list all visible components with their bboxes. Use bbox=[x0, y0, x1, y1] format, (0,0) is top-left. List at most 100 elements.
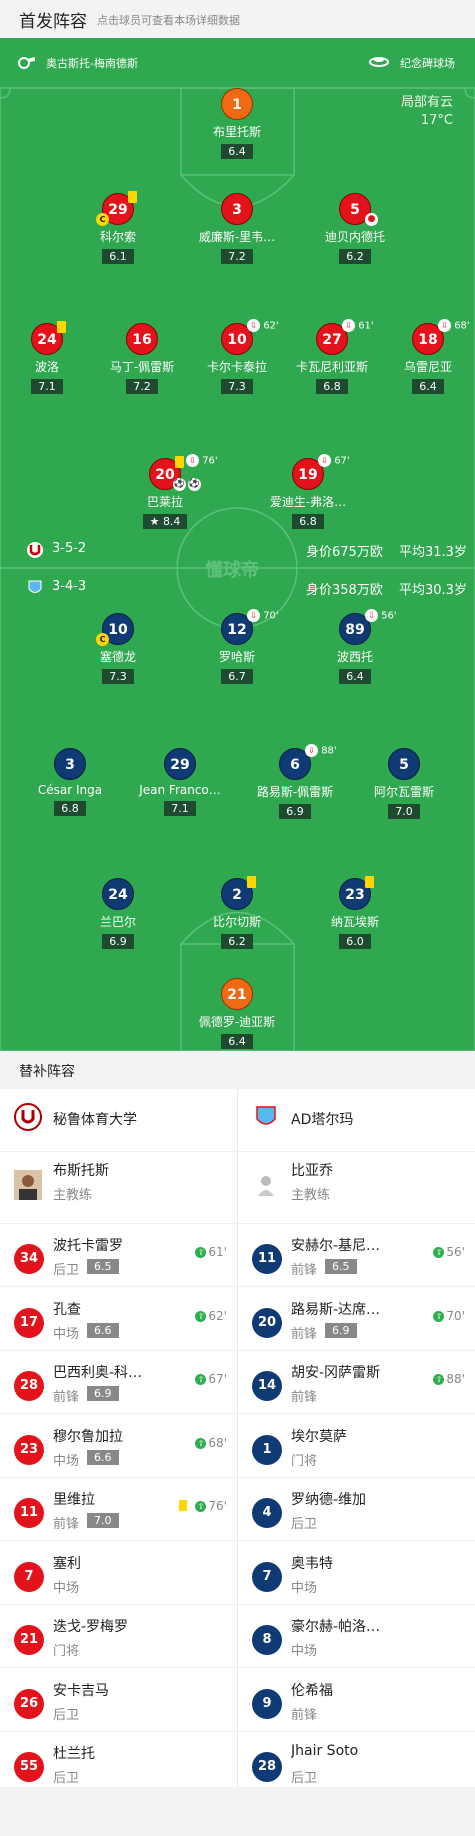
sub-player-row[interactable]: 7 塞利 中场 bbox=[0, 1542, 237, 1605]
sub-out-icon: ⇩ bbox=[342, 319, 355, 332]
home-player-18[interactable]: 18 乌雷尼亚 6.4 ⇩ 68' bbox=[368, 319, 475, 394]
sub-player-name: 路易斯-达席… bbox=[291, 1301, 381, 1318]
sub-player-number: 4 bbox=[252, 1498, 282, 1528]
away-player-21[interactable]: 21 佩德罗-迪亚斯 6.4 bbox=[177, 978, 297, 1049]
sub-in-icon: ⇧ bbox=[433, 1374, 445, 1385]
player-number: 21 bbox=[221, 978, 253, 1010]
home-subs-column: 秘鲁体育大学 布斯托斯 主教练 34 波托卡雷罗 后卫 6.5 ⇧ 61' 17 孔查 中场 6.… bbox=[0, 1089, 237, 1795]
sub-out-icon: ⇩ bbox=[318, 454, 331, 467]
home-player-5[interactable]: 5 迪贝内德托 6.2 ● bbox=[295, 193, 415, 264]
away-subs-column: AD塔尔玛 比亚乔 主教练 11 安赫尔-基尼… 前锋 6.5 ⇧ 56' 20 路易斯-达席… bbox=[238, 1089, 475, 1795]
sub-out-marker: ⇩ 68' bbox=[438, 319, 470, 333]
sub-in-icon: ⇧ bbox=[433, 1247, 445, 1258]
sub-player-row[interactable]: 14 胡安-冈萨雷斯 前锋 ⇧ 88' bbox=[238, 1351, 475, 1414]
player-rating: 6.8 bbox=[54, 801, 86, 816]
player-rating: 6.7 bbox=[221, 669, 253, 684]
sub-player-rating: 6.6 bbox=[87, 1322, 119, 1338]
player-name: César Inga bbox=[37, 783, 103, 797]
sub-player-name: Jhair Soto bbox=[291, 1743, 359, 1759]
away-coach-row[interactable]: 比亚乔 主教练 bbox=[238, 1152, 475, 1224]
home-player-1[interactable]: 1 布里托斯 6.4 bbox=[177, 88, 297, 159]
subs-panel: 秘鲁体育大学 布斯托斯 主教练 34 波托卡雷罗 后卫 6.5 ⇧ 61' 17 孔查 中场 6.… bbox=[0, 1089, 475, 1795]
sub-player-row[interactable]: 28 Jhair Soto 后卫 bbox=[238, 1732, 475, 1795]
away-team-info: 3-4-3 身价358万欧 平均30.3岁 bbox=[0, 578, 475, 598]
sub-player-row[interactable]: 28 巴西利奥-科… 前锋 6.9 ⇧ 67' bbox=[0, 1351, 237, 1414]
player-rating: 6.1 bbox=[102, 249, 134, 264]
sub-player-row[interactable]: 34 波托卡雷罗 后卫 6.5 ⇧ 61' bbox=[0, 1224, 237, 1287]
away-player-10[interactable]: 10 塞德龙 7.3 C bbox=[58, 613, 178, 684]
sub-in-icon: ⇧ bbox=[195, 1310, 207, 1322]
home-player-3[interactable]: 3 威廉斯-里韦… 7.2 bbox=[177, 193, 297, 264]
sub-player-position: 前锋 bbox=[53, 1517, 80, 1532]
home-team-name: 秘鲁体育大学 bbox=[53, 1112, 137, 1128]
home-player-29[interactable]: 29 科尔索 6.1 C bbox=[58, 191, 178, 264]
sub-out-marker: ⇩ 70' bbox=[247, 609, 279, 623]
away-player-6[interactable]: 6 路易斯-佩雷斯 6.9 ⇩ 88' bbox=[235, 744, 355, 819]
away-player-2[interactable]: 2 比尔切斯 6.2 bbox=[177, 876, 297, 949]
away-player-23[interactable]: 23 纳瓦埃斯 6.0 bbox=[295, 876, 415, 949]
sub-player-row[interactable]: 11 安赫尔-基尼… 前锋 6.5 ⇧ 56' bbox=[238, 1224, 475, 1287]
away-market-value: 身价358万欧 bbox=[306, 583, 383, 598]
sub-player-row[interactable]: 23 穆尔鲁加拉 中场 6.6 ⇧ 68' bbox=[0, 1415, 237, 1478]
sub-player-position: 门将 bbox=[291, 1453, 318, 1469]
player-rating: 6.4 bbox=[221, 1034, 253, 1049]
sub-player-number: 1 bbox=[252, 1434, 282, 1465]
home-coach-row[interactable]: 布斯托斯 主教练 bbox=[0, 1152, 237, 1224]
sub-player-row[interactable]: 7 奥韦特 中场 bbox=[238, 1542, 475, 1605]
sub-player-name: 迭戈-罗梅罗 bbox=[53, 1619, 129, 1635]
sub-in-time: ⇧ 68' bbox=[195, 1436, 227, 1450]
venue-name: 纪念碑球场 bbox=[400, 57, 455, 70]
away-avg-age: 平均30.3岁 bbox=[399, 583, 467, 598]
player-name: 比尔切斯 bbox=[212, 915, 261, 929]
away-player-29[interactable]: 29 Jean Franco… 7.1 bbox=[120, 748, 240, 816]
weather-temperature: 17°C bbox=[420, 113, 453, 128]
sub-in-time: ⇧ 88' bbox=[433, 1372, 465, 1386]
player-name: 佩德罗-迪亚斯 bbox=[198, 1015, 276, 1029]
sub-player-row[interactable]: 4 罗纳德-维加 后卫 bbox=[238, 1478, 475, 1541]
sub-out-icon: ⇩ bbox=[247, 609, 260, 622]
sub-player-rating: 7.0 bbox=[87, 1513, 119, 1528]
away-team-row[interactable]: AD塔尔玛 bbox=[238, 1089, 475, 1152]
sub-out-marker: ⇩ 88' bbox=[305, 744, 337, 758]
weather-condition: 局部有云 bbox=[400, 95, 453, 110]
sub-player-row[interactable]: 1 埃尔莫萨 门将 bbox=[238, 1415, 475, 1478]
player-number: 3 bbox=[54, 748, 86, 780]
yellow-card-icon bbox=[365, 876, 374, 888]
home-player-20[interactable]: 20 巴莱拉 ★ 8.4 ⇩ 76' ⚽ ⚽ bbox=[105, 454, 225, 529]
sub-player-row[interactable]: 55 杜兰托 后卫 bbox=[0, 1732, 237, 1795]
player-name: 路易斯-佩雷斯 bbox=[256, 785, 334, 799]
sub-player-row[interactable]: 17 孔查 中场 6.6 ⇧ 62' bbox=[0, 1288, 237, 1351]
sub-player-rating: 6.5 bbox=[325, 1259, 357, 1274]
player-number: 24 bbox=[102, 878, 134, 910]
player-rating: 6.8 bbox=[316, 379, 348, 394]
player-name: 阿尔瓦雷斯 bbox=[373, 785, 434, 799]
sub-player-row[interactable]: 26 安卡吉马 后卫 bbox=[0, 1669, 237, 1732]
sub-out-icon: ⇩ bbox=[438, 319, 451, 332]
sub-player-row[interactable]: 21 迭戈-罗梅罗 门将 bbox=[0, 1605, 237, 1668]
sub-in-icon: ⇧ bbox=[433, 1310, 445, 1322]
away-player-24[interactable]: 24 兰巴尔 6.9 bbox=[58, 878, 178, 949]
sub-player-number: 28 bbox=[252, 1752, 282, 1782]
sub-player-number: 23 bbox=[14, 1434, 44, 1465]
away-player-5[interactable]: 5 阿尔瓦雷斯 7.0 bbox=[344, 748, 464, 819]
away-player-12[interactable]: 12 罗哈斯 6.7 ⇩ 70' bbox=[177, 609, 297, 684]
sub-player-name: 里维拉 bbox=[53, 1492, 95, 1508]
sub-player-position: 门将 bbox=[53, 1644, 80, 1659]
sub-player-number: 21 bbox=[14, 1625, 44, 1655]
yellow-card-icon bbox=[179, 1500, 187, 1511]
player-rating: 6.2 bbox=[339, 249, 371, 264]
player-rating: 7.1 bbox=[31, 379, 63, 394]
sub-in-time: ⇧ 62' bbox=[195, 1309, 227, 1323]
home-team-info: 3-5-2 身价675万欧 平均31.3岁 bbox=[0, 540, 475, 560]
sub-player-row[interactable]: 9 伦希福 前锋 bbox=[238, 1669, 475, 1732]
away-player-3[interactable]: 3 César Inga 6.8 bbox=[10, 748, 130, 816]
player-rating: 6.9 bbox=[102, 934, 134, 949]
sub-player-row[interactable]: 8 豪尔赫-帕洛… 中场 bbox=[238, 1605, 475, 1668]
away-player-89[interactable]: 89 波西托 6.4 ⇩ 56' bbox=[295, 609, 415, 684]
home-player-19[interactable]: 19 爱迪生-弗洛… 6.8 ⇩ 67' bbox=[248, 454, 368, 529]
sub-player-row[interactable]: 11 里维拉 前锋 7.0 ⇧ 76' bbox=[0, 1478, 237, 1541]
sub-player-position: 前锋 bbox=[53, 1390, 80, 1405]
home-team-row[interactable]: 秘鲁体育大学 bbox=[0, 1089, 237, 1152]
sub-out-icon: ⇩ bbox=[365, 609, 378, 622]
sub-player-row[interactable]: 20 路易斯-达席… 前锋 6.9 ⇧ 70' bbox=[238, 1288, 475, 1351]
